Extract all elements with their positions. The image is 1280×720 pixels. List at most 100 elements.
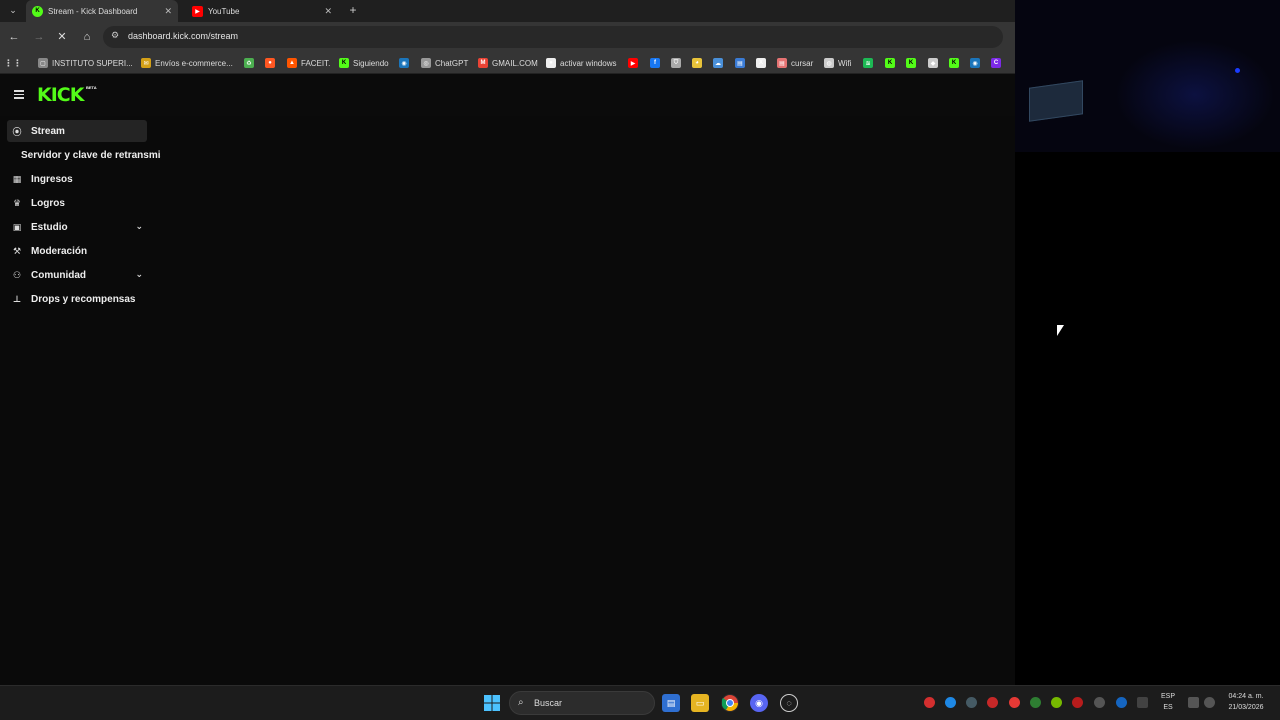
sidebar-item-logros[interactable]: ♛ Logros bbox=[7, 192, 147, 214]
globe-icon: ◍ bbox=[824, 58, 834, 68]
language-indicator[interactable]: ESP ES bbox=[1160, 691, 1176, 713]
sidebar-item-drops[interactable]: ⊥ Drops y recompensas bbox=[7, 288, 147, 310]
store-icon[interactable]: ▤ bbox=[662, 694, 680, 712]
bookmark-item[interactable]: ◕ bbox=[692, 56, 706, 70]
home-icon[interactable]: ⌂ bbox=[80, 30, 94, 44]
sidebar-item-stream[interactable]: ⦿ Stream bbox=[7, 120, 147, 142]
broadcast-icon: ⦿ bbox=[12, 126, 22, 137]
chrome-icon[interactable] bbox=[721, 694, 739, 712]
steam-tray-icon[interactable] bbox=[966, 697, 977, 708]
bookmark-label: Envíos e-commerce... bbox=[155, 58, 233, 68]
shield-icon: ⛉ bbox=[671, 58, 681, 68]
new-tab-button[interactable]: + bbox=[346, 1, 360, 19]
close-tab-icon[interactable]: ✕ bbox=[164, 6, 172, 17]
kick-icon: K bbox=[949, 58, 959, 68]
system-clock[interactable]: 04:24 a. m. 21/03/2026 bbox=[1222, 691, 1270, 713]
keyboard-icon[interactable] bbox=[1137, 697, 1148, 708]
forward-arrow-icon[interactable]: → bbox=[32, 30, 46, 44]
chevron-down-icon[interactable]: ⌄ bbox=[135, 269, 143, 280]
page-icon: ▢ bbox=[38, 58, 48, 68]
bluetooth-icon[interactable] bbox=[945, 697, 956, 708]
taskbar-search[interactable]: ⌕ Buscar bbox=[509, 691, 655, 715]
site-settings-icon[interactable]: ⚙ bbox=[111, 30, 123, 44]
bookmark-item[interactable]: K bbox=[885, 56, 899, 70]
bookmark-item[interactable]: ▢ INSTITUTO SUPERI... bbox=[38, 56, 133, 70]
green-tray-icon[interactable] bbox=[1030, 697, 1041, 708]
bookmark-item[interactable]: ◎ ChatGPT bbox=[421, 56, 468, 70]
bookmark-item[interactable]: ☁ bbox=[713, 56, 727, 70]
sidebar-item-comunidad[interactable]: ⚇ Comunidad ⌄ bbox=[7, 264, 147, 286]
bookmark-item[interactable]: ≋ bbox=[863, 56, 877, 70]
bookmark-item[interactable]: ♻ bbox=[244, 56, 258, 70]
bookmark-item[interactable]: ● bbox=[265, 56, 279, 70]
network-icon[interactable] bbox=[1188, 697, 1199, 708]
bookmark-item[interactable]: ▲ FACEIT. bbox=[287, 56, 330, 70]
bookmark-label: cursar bbox=[791, 58, 814, 68]
close-tab-icon[interactable]: ✕ bbox=[324, 6, 332, 17]
webcam-glow bbox=[1115, 40, 1275, 150]
bookmark-item[interactable]: ▤ bbox=[735, 56, 749, 70]
volume-icon[interactable] bbox=[1204, 697, 1215, 708]
tray-red-icon[interactable] bbox=[924, 697, 935, 708]
bookmark-label: GMAIL.COM bbox=[492, 58, 538, 68]
studio-icon: ▣ bbox=[12, 221, 22, 232]
spotify-icon: ≋ bbox=[863, 58, 873, 68]
bookmark-item[interactable]: C bbox=[991, 56, 1005, 70]
bookmark-item[interactable]: ◆ bbox=[928, 56, 942, 70]
chart-icon: ▦ bbox=[12, 173, 22, 184]
bookmark-item[interactable]: ⛉ bbox=[671, 56, 685, 70]
steam-icon: ◉ bbox=[970, 58, 980, 68]
sidebar-item-estudio[interactable]: ▣ Estudio ⌄ bbox=[7, 216, 147, 238]
discord-icon[interactable]: ◉ bbox=[750, 694, 768, 712]
bookmark-item[interactable]: ◍ Wifi bbox=[824, 56, 851, 70]
community-icon: ⚇ bbox=[12, 269, 22, 280]
bookmark-item[interactable]: ◉ bbox=[399, 56, 413, 70]
bookmark-item[interactable]: M GMAIL.COM bbox=[478, 56, 538, 70]
bookmark-item[interactable]: ▶ bbox=[628, 56, 642, 70]
url-text[interactable]: dashboard.kick.com/stream bbox=[128, 31, 238, 41]
bookmark-item[interactable]: K Siguiendo bbox=[339, 56, 389, 70]
chevron-down-icon[interactable]: ⌄ bbox=[135, 221, 143, 232]
tab-kick-dashboard[interactable]: K Stream - Kick Dashboard ✕ bbox=[26, 0, 178, 22]
bookmark-item[interactable]: ✉ Envíos e-commerce... bbox=[141, 56, 233, 70]
sidebar-item-label: Stream bbox=[31, 125, 65, 137]
bookmark-label: ChatGPT bbox=[435, 58, 469, 68]
mouse-cursor-icon bbox=[1057, 325, 1064, 336]
stop-loading-icon[interactable]: ✕ bbox=[55, 30, 69, 44]
x-icon: X bbox=[756, 58, 766, 68]
record-tray-icon[interactable] bbox=[1009, 697, 1020, 708]
bookmark-item[interactable]: K bbox=[906, 56, 920, 70]
file-explorer-icon[interactable]: ▭ bbox=[691, 694, 709, 712]
windows-start-icon[interactable] bbox=[483, 694, 501, 712]
sidebar-item-moderacion[interactable]: ⚒ Moderación bbox=[7, 240, 147, 262]
menu-hamburger-icon[interactable] bbox=[14, 90, 24, 99]
microphone-icon[interactable] bbox=[1116, 697, 1127, 708]
back-arrow-icon[interactable]: ← bbox=[7, 30, 21, 44]
globe-tray-icon[interactable] bbox=[1094, 697, 1105, 708]
tab-youtube[interactable]: ▶ YouTube ✕ bbox=[186, 0, 338, 22]
sidebar-item-ingresos[interactable]: ▦ Ingresos bbox=[7, 168, 147, 190]
address-bar[interactable]: ⚙ dashboard.kick.com/stream bbox=[103, 26, 1003, 48]
bookmark-item[interactable]: ● activar windows bbox=[546, 56, 616, 70]
nvidia-icon[interactable] bbox=[1051, 697, 1062, 708]
keyboard-layout: ES bbox=[1163, 704, 1173, 711]
bookmark-item[interactable]: ▤ cursar bbox=[777, 56, 813, 70]
canva-icon: C bbox=[991, 58, 1001, 68]
sidebar-item-stream-key[interactable]: Servidor y clave de retransmisión bbox=[21, 144, 161, 166]
shield-tray-icon[interactable] bbox=[1072, 697, 1083, 708]
obs-icon[interactable]: ◌ bbox=[780, 694, 798, 712]
apps-grid-icon[interactable]: ⋮⋮ bbox=[4, 56, 22, 70]
kick-logo[interactable]: KICK bbox=[37, 84, 84, 106]
mic-tray-icon[interactable] bbox=[987, 697, 998, 708]
tab-search-chevron-icon[interactable]: ⌄ bbox=[4, 2, 22, 18]
bookmark-item[interactable]: K bbox=[949, 56, 963, 70]
bookmark-item[interactable]: X bbox=[756, 56, 770, 70]
youtube-icon: ▶ bbox=[628, 58, 638, 68]
webcam-monitor-image bbox=[1029, 80, 1083, 122]
bookmark-item[interactable]: f bbox=[650, 56, 664, 70]
discord-icon: ◆ bbox=[928, 58, 938, 68]
desktop: ⌄ K Stream - Kick Dashboard ✕ ▶ YouTube … bbox=[0, 0, 1280, 720]
sidebar-item-label: Comunidad bbox=[31, 269, 86, 281]
steam-icon: ◉ bbox=[399, 58, 409, 68]
bookmark-item[interactable]: ◉ bbox=[970, 56, 984, 70]
